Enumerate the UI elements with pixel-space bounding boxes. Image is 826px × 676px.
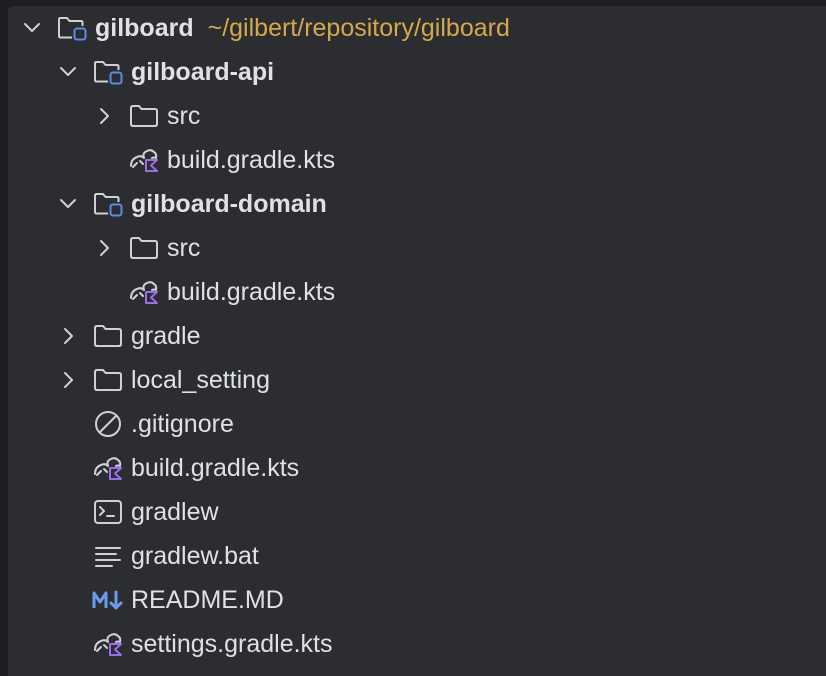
tree-item-label: build.gradle.kts bbox=[131, 454, 300, 482]
tree-item-label: build.gradle.kts bbox=[167, 146, 336, 174]
tree-item-local-setting[interactable]: local_setting bbox=[8, 358, 826, 402]
tree-item-label: gilboard-api bbox=[131, 58, 275, 86]
gradle-kotlin-icon bbox=[94, 457, 122, 480]
module-path: ~/gilbert/repository/gilboard bbox=[207, 14, 510, 42]
tree-item-label: .gitignore bbox=[131, 410, 234, 438]
tree-item-label: build.gradle.kts bbox=[167, 278, 336, 306]
folder-icon bbox=[130, 105, 158, 127]
tree-item-src[interactable]: src bbox=[8, 226, 826, 270]
tree-item-settings-gradle-kts[interactable]: settings.gradle.kts bbox=[8, 622, 826, 666]
tree-item-label: gradle bbox=[131, 322, 201, 350]
chevron-right-icon[interactable] bbox=[92, 104, 116, 128]
tree-item-gradlew-bat[interactable]: gradlew.bat bbox=[8, 534, 826, 578]
module-folder-icon bbox=[94, 61, 123, 85]
gradle-kotlin-icon bbox=[94, 633, 122, 656]
folder-icon bbox=[94, 325, 122, 347]
tree-item-label: src bbox=[167, 234, 201, 262]
gradle-kotlin-icon bbox=[130, 149, 158, 172]
chevron-right-icon[interactable] bbox=[56, 368, 80, 392]
tree-item-gilboard-domain[interactable]: gilboard-domain bbox=[8, 182, 826, 226]
chevron-down-icon[interactable] bbox=[56, 192, 80, 216]
gradle-kotlin-icon bbox=[130, 281, 158, 304]
tree-item-label: gradlew bbox=[131, 498, 219, 526]
folder-icon bbox=[130, 237, 158, 259]
tree-item-label: gilboard ~/gilbert/repository/gilboard bbox=[95, 14, 510, 42]
tree-item-label: gradlew.bat bbox=[131, 542, 259, 570]
tree-item-gradle[interactable]: gradle bbox=[8, 314, 826, 358]
tree-item-root-gilboard[interactable]: gilboard ~/gilbert/repository/gilboard bbox=[8, 6, 826, 50]
tree-item-build-gradle-kts[interactable]: build.gradle.kts bbox=[8, 446, 826, 490]
tree-item-gilboard-api[interactable]: gilboard-api bbox=[8, 50, 826, 94]
tree-item-label: src bbox=[167, 102, 201, 130]
module-folder-icon bbox=[94, 193, 123, 217]
tree-item-gradlew[interactable]: gradlew bbox=[8, 490, 826, 534]
chevron-down-icon[interactable] bbox=[20, 16, 44, 40]
chevron-right-icon[interactable] bbox=[92, 236, 116, 260]
markdown-icon bbox=[92, 590, 123, 610]
folder-icon bbox=[94, 369, 122, 391]
terminal-icon bbox=[94, 500, 122, 524]
tree-item-label: gilboard-domain bbox=[131, 190, 327, 218]
tree-item-label: local_setting bbox=[131, 366, 270, 394]
project-tree-panel: gilboard ~/gilbert/repository/gilboard gi… bbox=[8, 6, 826, 676]
text-file-icon bbox=[95, 547, 121, 567]
tree-item-build-gradle-kts[interactable]: build.gradle.kts bbox=[8, 138, 826, 182]
tree-item-label: README.MD bbox=[131, 586, 284, 614]
tree-item-label: settings.gradle.kts bbox=[131, 630, 333, 658]
tree-item-readme[interactable]: README.MD bbox=[8, 578, 826, 622]
module-folder-icon bbox=[58, 17, 87, 41]
chevron-right-icon[interactable] bbox=[56, 324, 80, 348]
tree-item-gitignore[interactable]: .gitignore bbox=[8, 402, 826, 446]
chevron-down-icon[interactable] bbox=[56, 60, 80, 84]
tree-item-src[interactable]: src bbox=[8, 94, 826, 138]
tree-item-build-gradle-kts[interactable]: build.gradle.kts bbox=[8, 270, 826, 314]
ignore-file-icon bbox=[95, 411, 121, 437]
